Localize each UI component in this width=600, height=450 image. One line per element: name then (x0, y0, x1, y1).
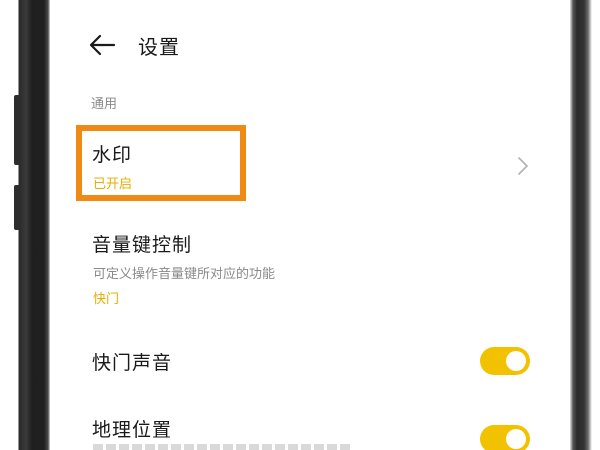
location-title: 地理位置 (92, 419, 173, 441)
phone-side-button (14, 95, 20, 165)
shutter-sound-toggle[interactable] (480, 347, 530, 375)
highlight-annotation-box (76, 125, 246, 201)
phone-bezel-left (0, 0, 50, 450)
toggle-knob (506, 351, 526, 371)
section-label-general: 通用 (91, 97, 118, 112)
chevron-right-icon (518, 157, 528, 175)
shutter-sound-title: 快门声音 (92, 352, 173, 374)
page-title: 设置 (138, 34, 180, 59)
volume-key-value: 快门 (93, 292, 120, 307)
location-description-cut (93, 444, 353, 450)
volume-key-description: 可定义操作音量键所对应的功能 (93, 267, 276, 282)
phone-side-button (14, 185, 20, 230)
location-toggle[interactable] (480, 425, 530, 450)
phone-frame: 设置 通用 水印 已开启 音量键控制 可定义操作音量键所对应的功能 快门 快门声… (0, 0, 600, 450)
phone-bezel-right (570, 0, 600, 450)
header-bar: 设置 (88, 28, 180, 62)
settings-screen: 设置 通用 水印 已开启 音量键控制 可定义操作音量键所对应的功能 快门 快门声… (50, 0, 570, 450)
volume-key-title: 音量键控制 (92, 234, 193, 256)
back-arrow-icon[interactable] (88, 33, 116, 57)
toggle-knob (506, 429, 526, 449)
